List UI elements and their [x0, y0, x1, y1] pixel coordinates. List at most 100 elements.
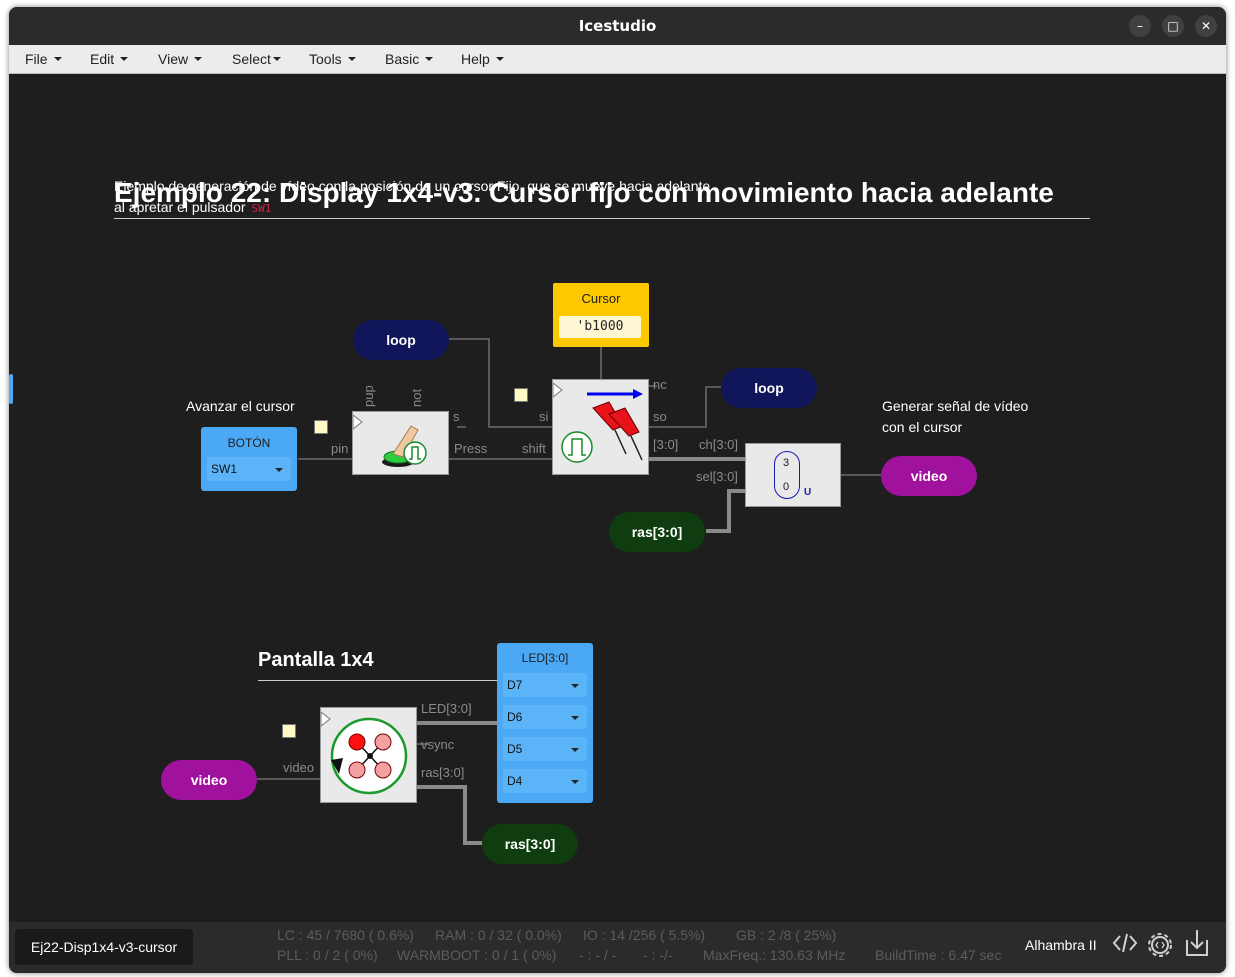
pin-select-d7[interactable]: D7: [503, 673, 587, 697]
download-icon[interactable]: [1184, 928, 1210, 963]
menu-label: File: [25, 51, 48, 67]
processor-circle-icon: [320, 710, 408, 795]
menu-edit[interactable]: Edit: [90, 51, 129, 67]
stat-lc: LC : 45 / 7680 ( 0.6%): [277, 927, 414, 943]
pushpin-shift-icon: [552, 381, 643, 463]
menu-select[interactable]: Select: [232, 51, 281, 67]
mux-bottom-label: 0: [783, 481, 790, 493]
input-block-boton[interactable]: BOTÓN SW1: [201, 427, 297, 491]
chevron-down-icon: [120, 57, 129, 61]
port-press: Press: [454, 441, 488, 456]
project-name[interactable]: Ej22-Disp1x4-v3-cursor: [15, 929, 193, 965]
port-nc: nc: [653, 377, 667, 392]
chevron-down-icon: [571, 748, 579, 752]
settings-gear-icon[interactable]: [1147, 932, 1173, 963]
block-title: LED[3:0]: [521, 651, 569, 665]
chevron-down-icon: [571, 684, 579, 688]
menu-help[interactable]: Help: [461, 51, 504, 67]
bus-ras-sel: [706, 489, 745, 533]
comment-generar-line-1: Generar señal de vídeo: [882, 398, 1029, 414]
side-panel-handle[interactable]: [9, 374, 13, 404]
chevron-down-icon: [571, 716, 579, 720]
label-loop-out[interactable]: loop: [721, 368, 817, 408]
minimize-icon[interactable]: –: [1129, 15, 1151, 37]
chevron-down-icon: [347, 57, 356, 61]
pin-select-d6[interactable]: D6: [503, 705, 587, 729]
menu-label: Select: [232, 51, 271, 67]
button-block[interactable]: [352, 411, 449, 475]
label-ras-in[interactable]: ras[3:0]: [609, 512, 705, 552]
chevron-down-icon: [272, 57, 281, 61]
port-ch: ch[3:0]: [699, 437, 739, 452]
comment-avanzar: Avanzar el cursor: [186, 398, 295, 414]
design-canvas[interactable]: Ejemplo 22: Display 1x4-v3. Cursor fijo …: [9, 74, 1226, 922]
menu-label: Tools: [309, 51, 342, 67]
app-window: Icestudio – □ ✕ File Edit View Select To…: [9, 7, 1226, 973]
chevron-down-icon: [495, 57, 504, 61]
title-bar: Icestudio – □ ✕: [9, 7, 1226, 45]
stat-blank-1: - : - / -: [579, 947, 617, 963]
label-ras-out[interactable]: ras[3:0]: [482, 824, 578, 864]
constant-name: Cursor: [581, 291, 621, 306]
menu-basic[interactable]: Basic: [385, 51, 434, 67]
port-si: si: [539, 409, 549, 424]
select-value: D4: [507, 774, 523, 788]
select-value: D6: [507, 710, 523, 724]
pushbutton-icon: [352, 413, 427, 467]
port-ras: ras[3:0]: [421, 765, 465, 780]
stat-warmboot: WARMBOOT : 0 / 1 ( 0%): [397, 947, 557, 963]
description-line-2: al apretar el pulsador SW1: [114, 199, 271, 215]
output-block-led[interactable]: LED[3:0] D7 D6 D5 D4: [497, 643, 593, 803]
port-s: s: [453, 409, 460, 424]
pin-select-boton[interactable]: SW1: [207, 457, 291, 481]
menu-label: Basic: [385, 51, 420, 67]
shift-register-block[interactable]: [552, 379, 649, 475]
stat-buildtime: BuildTime : 6.47 sec: [875, 947, 1002, 963]
bus-ras-out: [417, 785, 482, 845]
constant-value[interactable]: 'b1000: [559, 316, 641, 338]
label-video-in[interactable]: video: [161, 760, 257, 800]
chevron-down-icon: [425, 57, 434, 61]
block-title: BOTÓN: [227, 436, 271, 450]
port-so: so: [653, 409, 667, 424]
display-controller-block[interactable]: [320, 707, 417, 803]
stat-ram: RAM : 0 / 32 ( 0.0%): [435, 927, 562, 943]
port-led: LED[3:0]: [421, 701, 472, 716]
description-text: al apretar el pulsador: [114, 199, 246, 215]
section-title: Pantalla 1x4: [258, 649, 374, 671]
wire-loop-si: [449, 338, 552, 428]
code-icon[interactable]: [1112, 932, 1138, 959]
menu-view[interactable]: View: [158, 51, 203, 67]
clock-input-marker: [282, 724, 296, 738]
close-icon[interactable]: ✕: [1195, 15, 1217, 37]
label-video-out[interactable]: video: [881, 456, 977, 496]
port-sel: sel[3:0]: [696, 469, 738, 484]
menu-label: View: [158, 51, 189, 67]
port-shift-out: [3:0]: [653, 437, 679, 452]
menu-file[interactable]: File: [25, 51, 62, 67]
pin-select-d5[interactable]: D5: [503, 737, 587, 761]
mux-block[interactable]: 3 0 U: [745, 443, 841, 507]
status-bar: Ej22-Disp1x4-v3-cursor LC : 45 / 7680 ( …: [9, 922, 1226, 973]
chevron-down-icon: [194, 57, 203, 61]
menu-bar: File Edit View Select Tools Basic Help: [9, 45, 1226, 74]
port-pin: pin: [331, 441, 349, 456]
select-value: SW1: [211, 462, 238, 476]
port-not: not: [409, 388, 424, 407]
constant-block-cursor[interactable]: Cursor 'b1000: [553, 283, 649, 347]
chevron-down-icon: [53, 57, 62, 61]
pin-select-d4[interactable]: D4: [503, 769, 587, 793]
port-pup: pup: [361, 385, 376, 407]
label-loop-in[interactable]: loop: [353, 320, 449, 360]
chevron-down-icon: [275, 468, 283, 472]
menu-tools[interactable]: Tools: [309, 51, 356, 67]
inline-code: SW1: [251, 202, 272, 215]
stat-pll: PLL : 0 / 2 ( 0%): [277, 947, 378, 963]
mux-unsigned-label: U: [804, 487, 812, 498]
port-vsync: vsync: [421, 737, 455, 752]
board-name[interactable]: Alhambra II: [1025, 937, 1097, 953]
description-line-1: Ejemplo de generación de vídeo con la po…: [114, 178, 711, 194]
stat-blank-2: - : -/-: [643, 947, 673, 963]
maximize-icon[interactable]: □: [1162, 15, 1184, 37]
port-video: video: [283, 760, 315, 775]
